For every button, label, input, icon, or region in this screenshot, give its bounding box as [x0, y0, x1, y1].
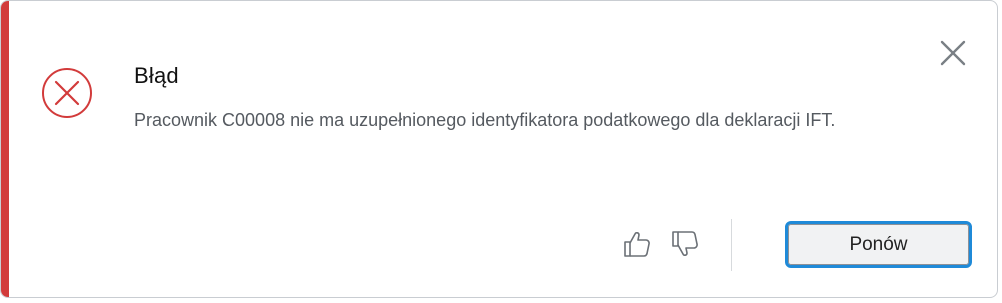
dialog-title: Błąd	[134, 63, 179, 88]
error-circle-x-icon	[42, 68, 92, 118]
thumbs-down-icon[interactable]	[668, 227, 702, 261]
retry-button[interactable]: Ponów	[785, 221, 972, 268]
error-dialog: Błąd Pracownik C00008 nie ma uzupełnione…	[0, 0, 998, 298]
footer-divider	[731, 219, 732, 271]
close-icon[interactable]	[937, 37, 969, 69]
dialog-message: Pracownik C00008 nie ma uzupełnionego id…	[134, 110, 836, 130]
thumbs-up-icon[interactable]	[620, 227, 654, 261]
error-accent-bar	[1, 1, 9, 297]
